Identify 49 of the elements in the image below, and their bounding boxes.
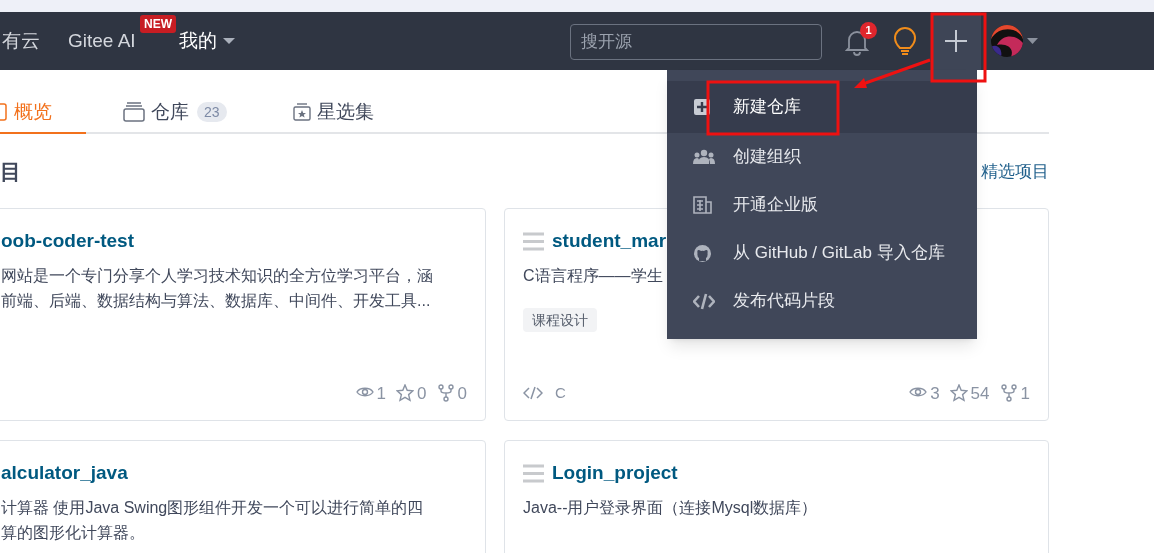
watch-count: 1 — [376, 382, 387, 405]
topic-tag[interactable]: 课程设计 — [523, 308, 597, 332]
menu-link[interactable]: 我的 — [178, 26, 235, 56]
star-count: 0 — [417, 382, 427, 405]
menu-item[interactable]: 发布代码片段 — [667, 277, 977, 325]
avatar[interactable] — [991, 25, 1023, 57]
repo-description: Java--用户登录界面（连接Mysql数据库） — [523, 498, 819, 518]
count-badge: 23 — [197, 102, 227, 122]
repo-description: C语言程序——学生 — [523, 266, 664, 286]
star-icon — [396, 384, 415, 403]
code-icon — [523, 385, 543, 402]
menu-item[interactable]: 从 GitHub / GitLab 导入仓库 — [667, 229, 977, 277]
tab[interactable]: 星选集 — [293, 92, 374, 134]
plus-icon — [944, 29, 968, 53]
star-box-icon — [293, 103, 311, 121]
nav-link[interactable]: 有云 — [2, 29, 40, 51]
notification-badge: 1 — [860, 22, 877, 39]
repo-title[interactable]: alculator_java — [1, 458, 128, 488]
new-badge: NEW — [140, 14, 176, 33]
repo-title[interactable]: Login_project — [552, 458, 678, 488]
building-icon — [693, 195, 715, 215]
star-icon — [949, 384, 968, 403]
nav-link[interactable]: Gitee AI — [68, 29, 136, 51]
code-icon — [693, 291, 715, 311]
caret-icon[interactable] — [1027, 37, 1038, 45]
star-count: 54 — [970, 382, 990, 405]
menu-item[interactable]: 新建仓库 — [667, 81, 977, 133]
repo-description: 计算器 使用Java Swing图形组件开发一个可以进行简单的四 算的图形化计算器。 — [1, 498, 425, 543]
menu-item[interactable]: 创建组织 — [667, 133, 977, 181]
lightbulb-icon[interactable] — [892, 27, 918, 57]
users-icon — [693, 147, 715, 167]
caret-icon — [222, 37, 235, 45]
fork-icon — [436, 384, 455, 403]
menu-item[interactable]: 开通企业版 — [667, 181, 977, 229]
section-title: 目 — [0, 159, 21, 186]
repo-title[interactable]: oob-coder-test — [1, 226, 134, 256]
annotation-frame — [930, 12, 987, 83]
repo-title[interactable]: student_mar — [552, 226, 667, 256]
fork-count: 0 — [457, 382, 467, 405]
page-icon — [0, 102, 8, 122]
search-field[interactable]: 搜开源 — [570, 24, 822, 60]
watch-count: 3 — [930, 382, 940, 405]
repository-icon — [123, 102, 145, 122]
tab[interactable]: 仓库 23 — [123, 92, 293, 134]
fork-count: 1 — [1020, 382, 1030, 405]
language-label: C — [555, 383, 566, 403]
featured-link[interactable]: 精选项目 — [981, 159, 1049, 185]
fork-icon — [999, 384, 1018, 403]
repo-description: 网站是一个专门分享个人学习技术知识的全方位学习平台，涵 前端、后端、数据结构与算法、数据库、中间件、开发工具... — [1, 266, 434, 311]
